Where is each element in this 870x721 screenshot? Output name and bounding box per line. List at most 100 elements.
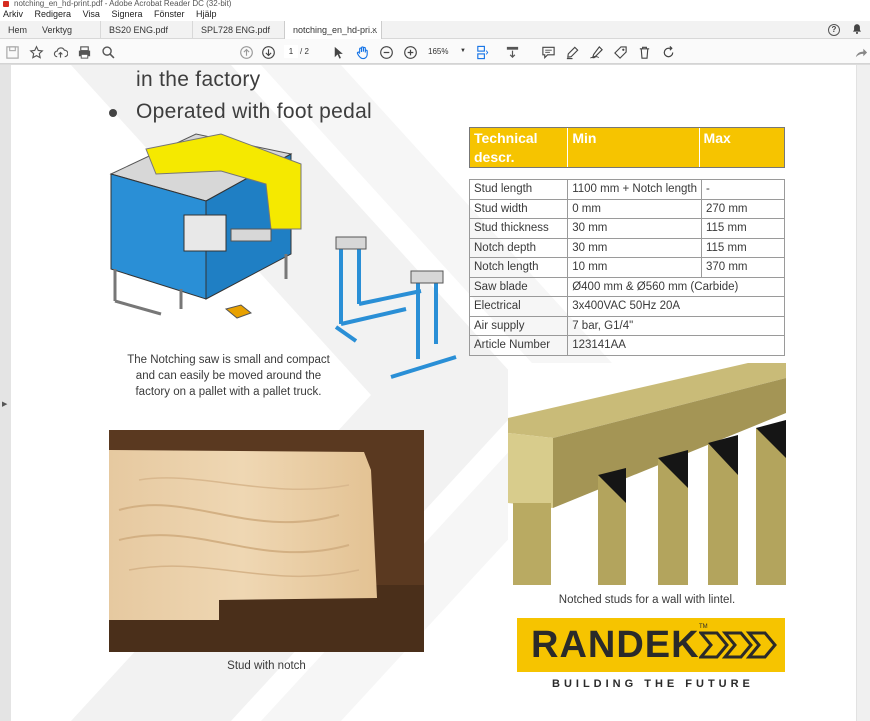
- wall-caption: Notched studs for a wall with lintel.: [558, 594, 736, 606]
- randek-logo: RANDEK TM: [517, 618, 785, 672]
- tab-tools-label: Verktyg: [42, 25, 73, 35]
- spec-header-min: Min: [568, 128, 700, 167]
- toolbar: / 2 165% ▼: [0, 39, 870, 64]
- spec-header-descr: Technical descr.: [470, 128, 569, 167]
- menu-fonster[interactable]: Fönster: [154, 9, 185, 19]
- stud-with-notch-photo: [109, 430, 424, 652]
- spec-cell-min: 0 mm: [567, 198, 702, 219]
- spec-row: Stud thickness 30 mm 115 mm: [468, 218, 786, 239]
- bookmark-star-icon[interactable]: [28, 44, 44, 60]
- spec-row: Stud width 0 mm 270 mm: [468, 198, 786, 219]
- menu-hjalp[interactable]: Hjälp: [196, 9, 217, 19]
- hand-tool-icon[interactable]: [354, 44, 370, 60]
- print-icon[interactable]: [76, 44, 92, 60]
- acrobat-window: notching_en_hd-print.pdf - Adobe Acrobat…: [0, 0, 870, 721]
- window-title: notching_en_hd-print.pdf - Adobe Acrobat…: [14, 0, 232, 8]
- spec-cell-max: -: [700, 179, 786, 200]
- acrobat-icon: [3, 1, 9, 7]
- zoom-level-value: 165%: [428, 47, 449, 56]
- select-cursor-icon[interactable]: [330, 44, 346, 60]
- page-total: / 2: [300, 47, 309, 56]
- rotate-icon[interactable]: [660, 44, 676, 60]
- menu-redigera[interactable]: Redigera: [35, 9, 72, 19]
- help-icon[interactable]: ?: [828, 24, 840, 36]
- notification-bell-icon[interactable]: [850, 23, 864, 37]
- tab-home-label: Hem: [8, 25, 28, 35]
- fill-sign-icon[interactable]: [588, 44, 604, 60]
- spec-cell-value: 123141AA: [567, 335, 785, 356]
- next-page-icon[interactable]: [260, 44, 276, 60]
- spec-cell-label: Stud thickness: [468, 218, 569, 239]
- spec-row: Air supply 7 bar, G1/4": [468, 315, 785, 336]
- tab-tools[interactable]: Verktyg: [34, 21, 94, 39]
- spec-cell-label: Stud width: [468, 198, 569, 219]
- logo-chevrons-icon: [699, 631, 777, 659]
- spec-cell-value: 3x400VAC 50Hz 20A: [567, 296, 785, 317]
- spec-cell-max: 270 mm: [700, 198, 786, 219]
- comment-icon[interactable]: [540, 44, 556, 60]
- spec-cell-label: Electrical: [468, 296, 569, 317]
- spec-cell-label: Article Number: [468, 335, 569, 356]
- spec-cell-min: 30 mm: [567, 237, 702, 258]
- tab-bar: Hem Verktyg BS20 ENG.pdf SPL728 ENG.pdf …: [0, 21, 870, 39]
- stamp-tag-icon[interactable]: [612, 44, 628, 60]
- chevron-right-icon: ▶: [2, 401, 8, 408]
- page-display-icon[interactable]: [474, 44, 490, 60]
- spec-table-header: Technical descr. Min Max: [469, 127, 785, 168]
- spec-row: Saw blade Ø400 mm & Ø560 mm (Carbide): [468, 276, 785, 297]
- spec-cell-min: 10 mm: [567, 257, 702, 278]
- save-icon[interactable]: [4, 44, 20, 60]
- spec-cell-label: Air supply: [468, 315, 569, 336]
- spec-cell-min: 30 mm: [567, 218, 702, 239]
- left-panel-toggle[interactable]: ▶: [0, 65, 11, 721]
- chevron-down-icon: ▼: [460, 48, 466, 54]
- logo-wordmark: RANDEK: [531, 624, 700, 666]
- tab-doc-notching[interactable]: notching_en_hd-pri... ×: [284, 21, 382, 39]
- zoom-level-dropdown[interactable]: 165% ▼: [428, 45, 466, 58]
- spec-cell-value: 7 bar, G1/4": [567, 315, 785, 336]
- bullet-text-factory: in the factory: [136, 68, 261, 91]
- search-icon[interactable]: [100, 44, 116, 60]
- spec-row: Stud length 1100 mm + Notch length -: [468, 179, 786, 200]
- stud-caption: Stud with notch: [227, 660, 306, 672]
- spec-cell-label: Notch depth: [468, 237, 569, 258]
- delete-trash-icon[interactable]: [636, 44, 652, 60]
- spec-row: Notch length 10 mm 370 mm: [468, 257, 786, 278]
- caption-line: factory on a pallet with a pallet truck.: [135, 386, 322, 398]
- spec-cell-max: 115 mm: [700, 237, 786, 258]
- caption-line: and can easily be moved around the: [135, 370, 322, 382]
- tab-doc-bs20[interactable]: BS20 ENG.pdf: [100, 21, 188, 39]
- menu-bar: Arkiv Redigera Visa Signera Fönster Hjäl…: [0, 8, 870, 21]
- spec-row: Electrical 3x400VAC 50Hz 20A: [468, 296, 785, 317]
- page-number-input[interactable]: [284, 45, 298, 58]
- previous-page-icon[interactable]: [238, 44, 254, 60]
- scroll-mode-icon[interactable]: [504, 44, 520, 60]
- spec-cell-min: 1100 mm + Notch length: [567, 179, 702, 200]
- spec-cell-label: Notch length: [468, 257, 569, 278]
- spec-cell-max: 370 mm: [700, 257, 786, 278]
- upload-cloud-icon[interactable]: [52, 44, 68, 60]
- logo-tagline: BUILDING THE FUTURE: [552, 678, 754, 690]
- highlight-pen-icon[interactable]: [564, 44, 580, 60]
- zoom-in-icon[interactable]: [402, 44, 418, 60]
- menu-arkiv[interactable]: Arkiv: [3, 9, 23, 19]
- tab-label: notching_en_hd-pri...: [293, 25, 378, 35]
- menu-signera[interactable]: Signera: [111, 9, 142, 19]
- vertical-scrollbar[interactable]: [856, 65, 870, 721]
- spec-cell-max: 115 mm: [700, 218, 786, 239]
- share-icon[interactable]: [852, 44, 868, 60]
- spec-row: Article Number 123141AA: [468, 335, 785, 356]
- tab-home[interactable]: Hem: [0, 21, 36, 39]
- menu-visa[interactable]: Visa: [83, 9, 100, 19]
- tab-label: SPL728 ENG.pdf: [201, 25, 271, 35]
- bullet-dot: [109, 109, 117, 117]
- spec-table: Stud length 1100 mm + Notch length - Stud w…: [468, 179, 786, 356]
- tab-doc-spl728[interactable]: SPL728 ENG.pdf: [192, 21, 280, 39]
- machine-caption: The Notching saw is small and compact an…: [106, 352, 351, 400]
- title-bar: notching_en_hd-print.pdf - Adobe Acrobat…: [0, 0, 870, 8]
- spec-cell-value: Ø400 mm & Ø560 mm (Carbide): [567, 276, 785, 297]
- spec-cell-label: Stud length: [468, 179, 569, 200]
- spec-row: Notch depth 30 mm 115 mm: [468, 237, 786, 258]
- close-tab-icon[interactable]: ×: [372, 21, 377, 39]
- zoom-out-icon[interactable]: [378, 44, 394, 60]
